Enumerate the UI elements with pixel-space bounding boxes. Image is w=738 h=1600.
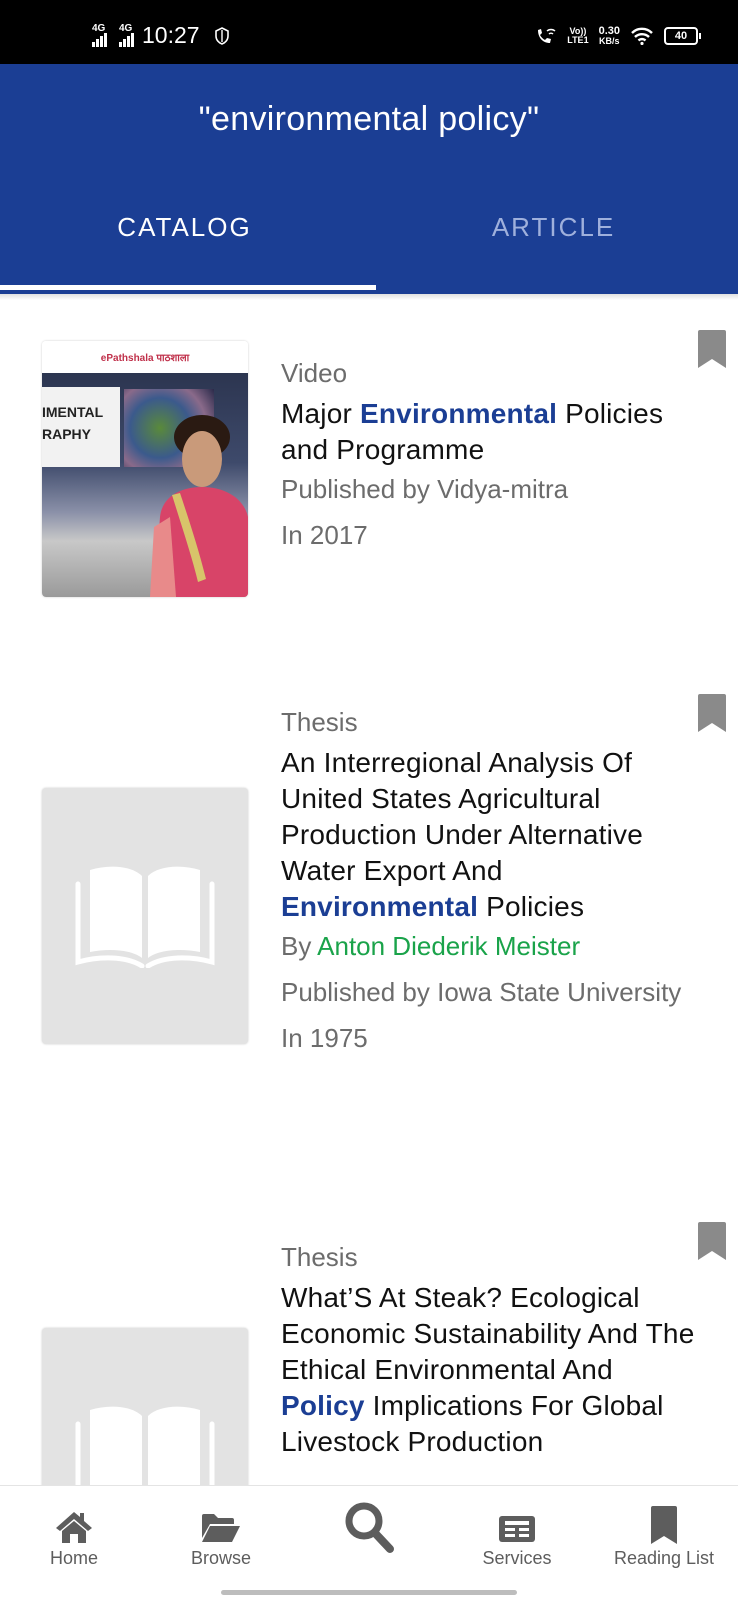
nav-services[interactable]: Services [457,1504,577,1569]
result-publisher: Published by Iowa State University [281,977,682,1007]
battery-icon: 40 [664,27,701,45]
result-year: In 1975 [281,1023,368,1053]
result-title[interactable]: Major Environmental Policies and Program… [281,396,701,468]
shield-icon [214,26,229,45]
presenter-image [150,415,248,597]
thumbnail-logo: ePathshala पाठशाला [42,341,248,373]
result-title[interactable]: An Interregional Analysis Of United Stat… [281,745,701,925]
status-time: 10:27 [142,22,200,48]
author-link[interactable]: Anton Diederik Meister [317,931,580,961]
app-bar: "environmental policy" CATALOG ARTICLE [0,64,738,294]
volte-indicator: Vo)) LTE1 [567,26,589,45]
signal-2-icon: 4G [119,23,134,47]
book-open-icon [75,1406,215,1485]
nav-home[interactable]: Home [14,1504,134,1569]
result-type: Video [281,358,348,388]
result-info: Video Major Environmental Policies and P… [281,356,701,556]
result-publisher: Published by Vidya-mitra [281,474,569,504]
bookmark-icon[interactable] [698,694,726,732]
nav-browse[interactable]: Browse [161,1504,281,1569]
folder-open-icon [202,1514,240,1542]
bottom-navigation: Home Browse Services Reading List [0,1485,738,1600]
video-thumbnail-image: ePathshala पाठशाला IMENTAL RAPHY [42,341,248,597]
tab-indicator [0,285,376,290]
home-indicator[interactable] [221,1590,517,1595]
tab-catalog[interactable]: CATALOG [0,212,369,243]
bookmark-icon[interactable] [698,1222,726,1260]
title-highlight: Policy [281,1390,365,1421]
signal-1-icon: 4G [92,23,107,47]
title-highlight: Environmental [360,398,558,429]
thumbnail-card-text: IMENTAL RAPHY [42,387,120,467]
result-type: Thesis [281,1242,358,1272]
status-right: Vo)) LTE1 0.30 KB/s 40 [535,25,701,46]
result-thumbnail[interactable] [42,1328,248,1485]
status-left: 4G 4G 10:27 [92,22,230,49]
results-list[interactable]: ePathshala पाठशाला IMENTAL RAPHY Video M… [0,300,738,1485]
tab-article[interactable]: ARTICLE [369,212,738,243]
wifi-icon [631,27,653,45]
nav-search[interactable] [309,1498,429,1558]
result-info: Thesis What’S At Steak? Ecological Econo… [281,1240,701,1460]
home-icon [56,1512,92,1543]
result-year: In 2017 [281,520,368,550]
newspaper-icon [499,1516,535,1542]
status-bar: 4G 4G 10:27 Vo)) LTE1 0.30 KB/s 40 [0,0,738,64]
result-info: Thesis An Interregional Analysis Of Unit… [281,705,701,1059]
bookmark-icon[interactable] [698,330,726,368]
result-thumbnail[interactable] [42,788,248,1044]
result-type: Thesis [281,707,358,737]
nav-reading-list[interactable]: Reading List [604,1504,724,1569]
result-title[interactable]: What’S At Steak? Ecological Economic Sus… [281,1280,701,1460]
network-speed: 0.30 KB/s [598,25,620,46]
search-query-title: "environmental policy" [198,100,540,138]
wifi-calling-icon [538,28,556,43]
search-icon [345,1502,394,1553]
title-highlight: Environmental [281,891,479,922]
result-author: By Anton Diederik Meister [281,931,581,961]
result-thumbnail[interactable]: ePathshala पाठशाला IMENTAL RAPHY [42,341,248,597]
bookmark-icon [651,1506,677,1544]
book-open-icon [75,866,215,968]
